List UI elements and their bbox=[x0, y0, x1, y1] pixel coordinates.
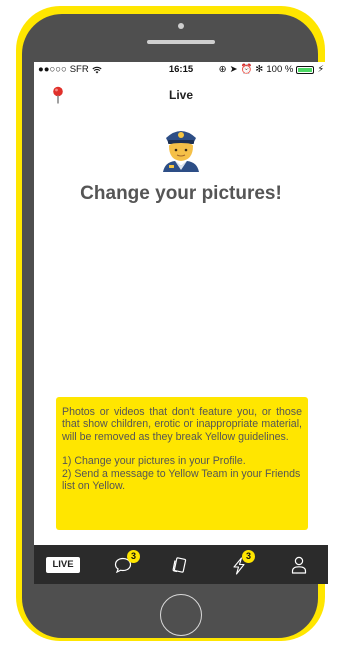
activity-badge: 3 bbox=[242, 550, 255, 563]
notice-paragraph: Photos or videos that don't feature you,… bbox=[62, 406, 302, 443]
tab-activity[interactable]: 3 bbox=[222, 545, 262, 584]
cards-icon bbox=[172, 557, 187, 573]
guidelines-notice: Photos or videos that don't feature you,… bbox=[56, 397, 308, 530]
alarm-icon: ⏰ bbox=[240, 64, 253, 75]
messages-badge: 3 bbox=[127, 550, 140, 563]
battery-icon bbox=[296, 65, 315, 74]
location-arrow-icon: ➤ bbox=[229, 64, 238, 75]
rotation-lock-icon: ⊕ bbox=[218, 64, 227, 75]
app-screen: ●●○○○ SFR 16:15 ⊕ ➤ ⏰ ✻ 100 % ⚡ Live Cha… bbox=[34, 62, 328, 584]
notice-step-1: 1) Change your pictures in your Profile. bbox=[62, 455, 246, 468]
nav-title: Live bbox=[168, 88, 193, 102]
headline: Change your pictures! bbox=[80, 183, 282, 204]
tab-messages[interactable]: 3 bbox=[106, 545, 146, 584]
person-icon bbox=[291, 556, 307, 574]
charging-icon: ⚡ bbox=[317, 64, 324, 75]
notice-step-2: 2) Send a message to Yellow Team in your… bbox=[62, 467, 301, 493]
home-button[interactable] bbox=[160, 594, 202, 636]
earpiece-speaker bbox=[147, 40, 215, 44]
police-officer-icon bbox=[163, 131, 199, 172]
tab-profile[interactable] bbox=[282, 545, 318, 584]
front-camera bbox=[178, 23, 184, 29]
battery-percent: 100 % bbox=[266, 64, 294, 75]
bluetooth-icon: ✻ bbox=[255, 64, 264, 75]
tab-cards[interactable] bbox=[162, 545, 198, 584]
status-right: ⊕ ➤ ⏰ ✻ 100 % ⚡ bbox=[219, 64, 324, 75]
tab-bar: LIVE 3 3 bbox=[34, 545, 328, 584]
tab-live[interactable]: LIVE bbox=[46, 557, 80, 573]
status-bar: ●●○○○ SFR 16:15 ⊕ ➤ ⏰ ✻ 100 % ⚡ bbox=[34, 62, 328, 76]
nav-bar: Live bbox=[34, 82, 328, 108]
